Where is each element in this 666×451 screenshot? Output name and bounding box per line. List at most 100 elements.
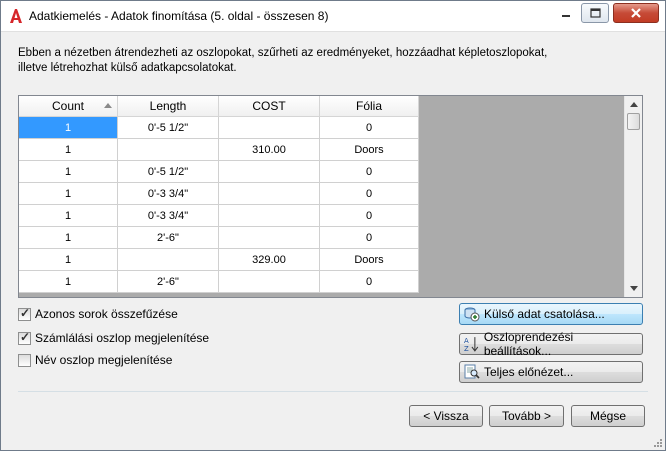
combine-rows-checkbox[interactable]: ✓ Azonos sorok összefűzése — [18, 305, 178, 321]
column-header-length[interactable]: Length — [117, 96, 219, 117]
table-row[interactable]: 1 310.00 Doors — [19, 138, 419, 161]
column-header-count[interactable]: Count — [19, 96, 118, 117]
cell-length[interactable]: 0'-3 3/4" — [117, 204, 219, 227]
cell-folia[interactable]: 0 — [319, 270, 419, 293]
link-data-icon — [464, 307, 480, 322]
description-line-2: illetve létrehozhat külső adatkapcsolato… — [18, 62, 237, 74]
cell-length[interactable]: 0'-5 1/2" — [117, 116, 219, 139]
cell-cost[interactable] — [218, 226, 320, 249]
minimize-icon — [562, 15, 570, 17]
full-preview-label: Teljes előnézet... — [484, 365, 574, 379]
show-count-column-label: Számlálási oszlop megjelenítése — [35, 331, 210, 345]
back-button[interactable]: < Vissza — [409, 405, 483, 427]
header-row: Count Length COST Fólia — [19, 96, 419, 117]
description-text: Ebben a nézetben átrendezheti az oszlopo… — [18, 46, 638, 76]
sort-ascending-icon — [104, 103, 112, 108]
maximize-icon — [589, 8, 601, 18]
column-header-label: COST — [252, 99, 286, 113]
column-header-label: Fólia — [355, 99, 382, 113]
cell-length[interactable]: 2'-6" — [117, 270, 219, 293]
table-row[interactable]: 1 0'-3 3/4" 0 — [19, 182, 419, 205]
table-row[interactable]: 1 2'-6" 0 — [19, 270, 419, 293]
checkbox-box[interactable] — [18, 353, 31, 367]
cell-count[interactable]: 1 — [19, 116, 118, 139]
scroll-up-button[interactable] — [625, 96, 642, 113]
data-grid[interactable]: Count Length COST Fólia 1 0'-5 1/2" 0 1 — [18, 95, 643, 298]
next-button-label: Tovább > — [501, 409, 552, 423]
minimize-button[interactable] — [552, 2, 580, 24]
sort-settings-button[interactable]: A Z Oszloprendezési beállítások... — [459, 330, 643, 358]
cell-cost[interactable] — [218, 116, 320, 139]
cell-length[interactable] — [117, 248, 219, 271]
cell-cost[interactable] — [218, 270, 320, 293]
preview-magnifier-icon — [464, 364, 480, 379]
column-header-folia[interactable]: Fólia — [319, 96, 419, 117]
chevron-up-icon — [629, 102, 638, 107]
cell-count[interactable]: 1 — [19, 160, 118, 183]
cell-length[interactable]: 0'-5 1/2" — [117, 160, 219, 183]
sort-az-icon: A Z — [464, 337, 479, 352]
cell-cost[interactable] — [218, 182, 320, 205]
maximize-button[interactable] — [581, 3, 609, 23]
scrollbar-thumb[interactable] — [627, 113, 640, 130]
combine-rows-label: Azonos sorok összefűzése — [35, 307, 178, 321]
cell-count[interactable]: 1 — [19, 138, 118, 161]
table-row[interactable]: 1 0'-3 3/4" 0 — [19, 204, 419, 227]
title-bar: Adatkiemelés - Adatok finomítása (5. old… — [1, 1, 665, 32]
autocad-logo-icon — [10, 9, 22, 23]
link-external-data-label: Külső adat csatolása... — [484, 307, 605, 321]
cell-folia[interactable]: 0 — [319, 160, 419, 183]
close-icon — [631, 8, 641, 18]
checkbox-box[interactable]: ✓ — [18, 329, 31, 345]
column-header-label: Count — [51, 99, 85, 113]
column-header-cost[interactable]: COST — [218, 96, 320, 117]
cell-folia[interactable]: 0 — [319, 204, 419, 227]
cell-folia[interactable]: 0 — [319, 226, 419, 249]
checkbox-box[interactable]: ✓ — [18, 305, 31, 321]
cell-length[interactable]: 2'-6" — [117, 226, 219, 249]
table-row[interactable]: 1 0'-5 1/2" 0 — [19, 160, 419, 183]
cell-cost[interactable]: 310.00 — [218, 138, 320, 161]
scroll-down-button[interactable] — [625, 280, 642, 297]
cell-cost[interactable] — [218, 204, 320, 227]
svg-text:Z: Z — [464, 345, 469, 352]
sort-settings-label: Oszloprendezési beállítások... — [483, 330, 574, 358]
cell-count[interactable]: 1 — [19, 270, 118, 293]
chevron-down-icon — [629, 286, 638, 291]
next-button[interactable]: Tovább > — [489, 405, 564, 427]
cancel-button[interactable]: Mégse — [571, 405, 645, 427]
table-row[interactable]: 1 0'-5 1/2" 0 — [19, 116, 419, 139]
window-title: Adatkiemelés - Adatok finomítása (5. old… — [29, 9, 329, 23]
data-table: Count Length COST Fólia 1 0'-5 1/2" 0 1 — [19, 96, 419, 293]
cell-cost[interactable] — [218, 160, 320, 183]
cell-cost[interactable]: 329.00 — [218, 248, 320, 271]
vertical-scrollbar[interactable] — [624, 96, 642, 297]
back-button-label: < Vissza — [423, 409, 469, 423]
cell-count[interactable]: 1 — [19, 182, 118, 205]
checkmark-icon: ✓ — [20, 305, 31, 320]
cell-length[interactable] — [117, 138, 219, 161]
show-name-column-checkbox[interactable]: Név oszlop megjelenítése — [18, 353, 172, 367]
cell-folia[interactable]: 0 — [319, 182, 419, 205]
table-row[interactable]: 1 329.00 Doors — [19, 248, 419, 271]
cell-length[interactable]: 0'-3 3/4" — [117, 182, 219, 205]
svg-text:A: A — [464, 337, 469, 345]
column-header-label: Length — [149, 99, 187, 113]
full-preview-button[interactable]: Teljes előnézet... — [459, 361, 643, 383]
table-row[interactable]: 1 2'-6" 0 — [19, 226, 419, 249]
cell-folia[interactable]: Doors — [319, 248, 419, 271]
close-button[interactable] — [613, 3, 659, 23]
link-external-data-button[interactable]: Külső adat csatolása... — [459, 303, 643, 325]
cell-folia[interactable]: 0 — [319, 116, 419, 139]
cancel-button-label: Mégse — [589, 409, 627, 423]
cell-count[interactable]: 1 — [19, 248, 118, 271]
description-line-1: Ebben a nézetben átrendezheti az oszlopo… — [18, 47, 548, 59]
cell-count[interactable]: 1 — [19, 226, 118, 249]
resize-grip-icon[interactable] — [653, 438, 663, 448]
show-count-column-checkbox[interactable]: ✓ Számlálási oszlop megjelenítése — [18, 329, 210, 345]
dialog-window: Adatkiemelés - Adatok finomítása (5. old… — [0, 0, 666, 451]
cell-count[interactable]: 1 — [19, 204, 118, 227]
checkmark-icon: ✓ — [20, 329, 31, 344]
footer-divider — [18, 391, 648, 392]
cell-folia[interactable]: Doors — [319, 138, 419, 161]
